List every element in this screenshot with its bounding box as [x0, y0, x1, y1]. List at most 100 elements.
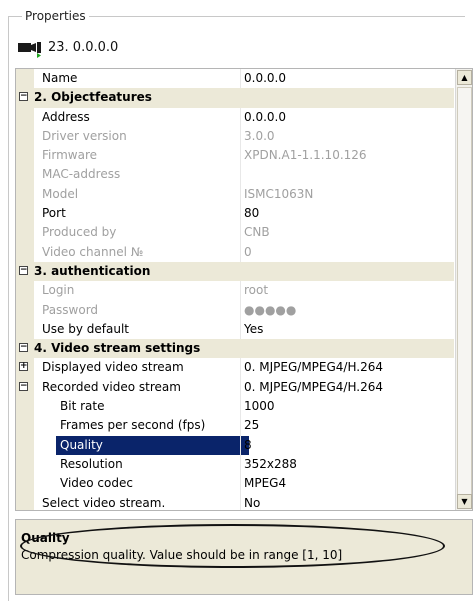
property-value[interactable]: 1000	[244, 397, 454, 416]
property-value[interactable]: 0. MJPEG/MPEG4/H.264	[244, 358, 454, 377]
property-row[interactable]: Frames per second (fps) 25	[16, 416, 454, 436]
annotation-ellipse	[20, 524, 445, 568]
column-divider	[240, 146, 241, 166]
column-divider	[240, 184, 241, 205]
row-gutter	[16, 107, 34, 127]
property-row[interactable]: Driver version 3.0.0	[16, 126, 454, 147]
row-gutter	[16, 146, 34, 166]
column-divider	[240, 281, 241, 301]
property-row[interactable]: Bit rate 1000	[16, 397, 454, 417]
column-divider	[240, 204, 241, 224]
column-divider	[240, 300, 241, 320]
scroll-down-button[interactable]: ▼	[457, 494, 472, 509]
property-name: Produced by	[42, 225, 117, 240]
property-row[interactable]: Use by default Yes	[16, 319, 454, 340]
column-divider	[240, 165, 241, 185]
property-row[interactable]: Model ISMC1063N	[16, 184, 454, 205]
property-row[interactable]: Firmware XPDN.A1-1.1.10.126	[16, 146, 454, 166]
row-gutter	[16, 474, 34, 494]
row-gutter	[16, 165, 34, 185]
property-value[interactable]: 352x288	[244, 455, 454, 474]
expand-icon[interactable]: +	[19, 362, 28, 372]
property-name: Quality	[56, 435, 249, 455]
row-gutter	[16, 454, 34, 475]
row-gutter	[16, 435, 34, 455]
row-gutter	[16, 69, 34, 89]
column-divider	[240, 416, 241, 436]
property-row[interactable]: Password ●●●●●	[16, 300, 454, 320]
column-divider	[240, 223, 241, 243]
property-row[interactable]: Resolution 352x288	[16, 454, 454, 475]
row-gutter	[16, 242, 34, 262]
property-value[interactable]: 0.0.0.0	[244, 108, 454, 127]
property-value[interactable]: 25	[244, 416, 454, 435]
property-row[interactable]: Port 80	[16, 204, 454, 224]
scroll-up-button[interactable]: ▲	[457, 70, 472, 85]
row-gutter	[16, 184, 34, 205]
column-divider	[240, 107, 241, 127]
row-gutter	[16, 397, 34, 417]
property-row[interactable]: Video codec MPEG4	[16, 474, 454, 494]
collapse-icon[interactable]: −	[19, 92, 28, 102]
column-divider	[240, 377, 241, 398]
property-value[interactable]: 0. MJPEG/MPEG4/H.264	[244, 378, 454, 397]
scroll-thumb[interactable]	[457, 87, 472, 495]
vertical-scrollbar[interactable]: ▲ ▼	[455, 69, 472, 510]
property-name: MAC-address	[42, 167, 121, 182]
column-divider	[240, 319, 241, 340]
object-title: 23. 0.0.0.0	[48, 40, 119, 55]
property-value[interactable]: No	[244, 494, 454, 510]
collapse-icon[interactable]: −	[19, 381, 28, 391]
property-value[interactable]: MPEG4	[244, 474, 454, 493]
property-name: Login	[42, 283, 75, 298]
green-arrow-icon	[37, 53, 41, 58]
property-value[interactable]: CNB	[244, 223, 454, 242]
property-value[interactable]: 0	[244, 243, 454, 262]
collapse-icon[interactable]: −	[19, 343, 28, 353]
property-name: Video channel №	[42, 244, 144, 259]
row-gutter	[16, 493, 34, 510]
property-name: Bit rate	[60, 399, 105, 414]
property-value[interactable]: ●●●●●	[244, 301, 454, 320]
properties-panel: Properties 23. 0.0.0.0 Name 0.0.0.0−2. Ob…	[0, 0, 473, 601]
property-row[interactable]: + Displayed video stream 0. MJPEG/MPEG4/H.…	[16, 358, 454, 378]
property-name: Use by default	[42, 321, 129, 336]
property-name: Recorded video stream	[42, 379, 181, 394]
property-row[interactable]: Produced by CNB	[16, 223, 454, 243]
property-value[interactable]: ISMC1063N	[244, 185, 454, 204]
property-row[interactable]: Login root	[16, 281, 454, 301]
property-value[interactable]: 8	[244, 436, 454, 455]
property-grid[interactable]: Name 0.0.0.0−2. Objectfeatures Address 0.0.…	[15, 68, 473, 511]
property-name: Address	[42, 109, 90, 124]
property-row[interactable]: − Recorded video stream 0. MJPEG/MPEG4/H.2…	[16, 377, 454, 398]
property-value[interactable]: 80	[244, 204, 454, 223]
row-gutter	[16, 416, 34, 436]
column-divider	[240, 397, 241, 417]
row-gutter	[16, 204, 34, 224]
section-title: 4. Video stream settings	[34, 341, 201, 356]
property-row[interactable]: MAC-address	[16, 165, 454, 185]
row-gutter	[16, 300, 34, 320]
property-row[interactable]: Video channel № 0	[16, 242, 454, 262]
property-row[interactable]: Select video stream. No	[16, 493, 454, 510]
property-row[interactable]: Address 0.0.0.0	[16, 107, 454, 127]
property-row[interactable]: Quality 8	[16, 435, 454, 455]
property-name: Model	[42, 186, 79, 201]
property-name: Port	[42, 206, 66, 221]
property-row[interactable]: Name 0.0.0.0	[16, 69, 454, 89]
section-title: 2. Objectfeatures	[34, 90, 152, 105]
column-divider	[240, 435, 241, 455]
section-header[interactable]: −2. Objectfeatures	[16, 88, 454, 108]
property-value[interactable]: 3.0.0	[244, 127, 454, 146]
property-name: Name	[42, 71, 78, 85]
property-value[interactable]: root	[244, 281, 454, 300]
column-divider	[240, 126, 241, 147]
collapse-icon[interactable]: −	[19, 265, 28, 275]
property-value[interactable]: Yes	[244, 320, 454, 339]
column-divider	[240, 358, 241, 378]
property-value[interactable]: XPDN.A1-1.1.10.126	[244, 146, 454, 165]
property-value[interactable]: 0.0.0.0	[244, 69, 454, 88]
section-header[interactable]: −4. Video stream settings	[16, 339, 454, 359]
section-header[interactable]: −3. authentication	[16, 261, 454, 282]
property-name: Password	[42, 302, 99, 317]
